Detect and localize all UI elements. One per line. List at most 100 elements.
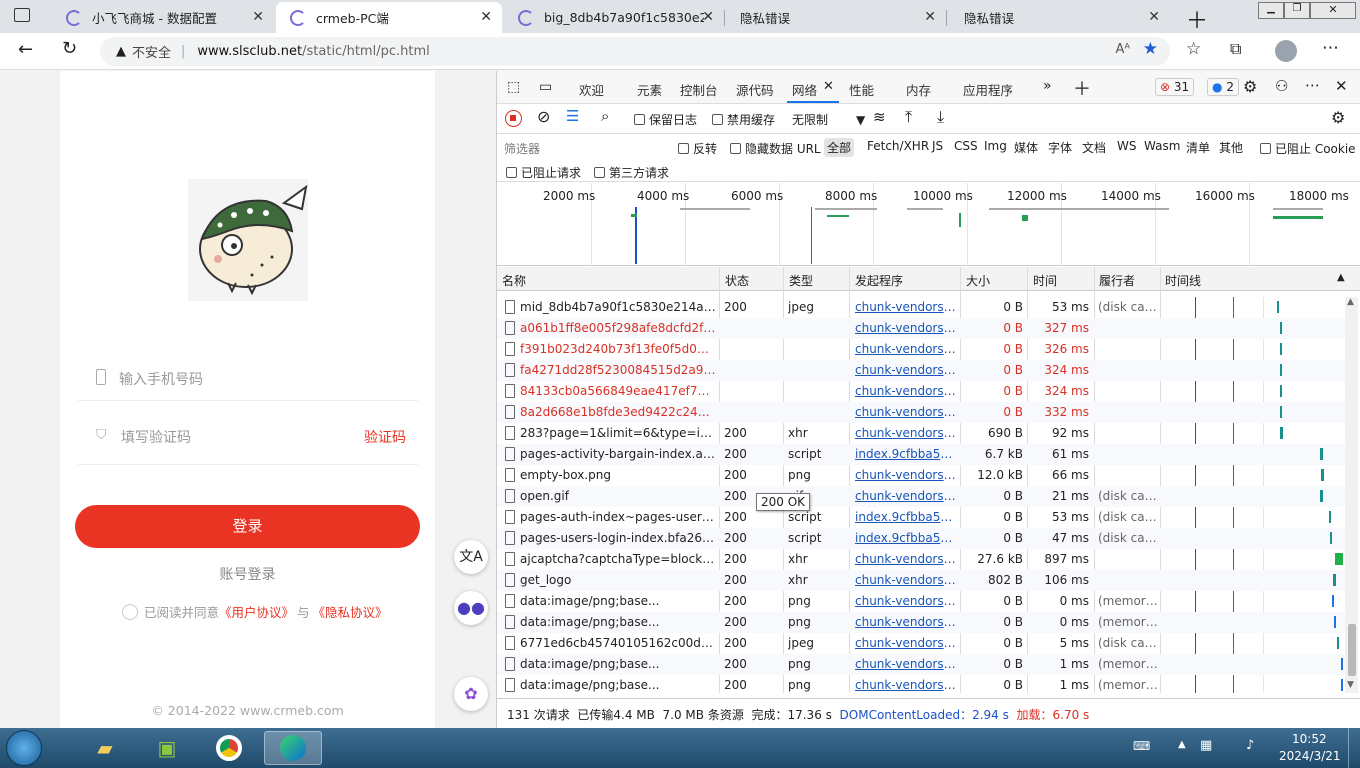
timeline-overview[interactable]: 2000 ms 4000 ms 6000 ms 8000 ms 10000 ms… xyxy=(497,183,1360,266)
request-row[interactable]: pages-activity-bargain-index.ac98c... 200… xyxy=(497,444,1347,465)
login-button[interactable]: 登录 xyxy=(75,505,420,548)
type-filter-all[interactable]: 全部 xyxy=(824,138,855,157)
request-initiator[interactable]: chunk-vendors.1... xyxy=(855,321,957,335)
favorites-icon[interactable]: ☆ xyxy=(1186,39,1201,59)
profile-avatar[interactable] xyxy=(1275,40,1297,62)
request-initiator[interactable]: chunk-vendors.1... xyxy=(855,615,957,629)
throttle-select[interactable]: 无限制 ▼ xyxy=(792,111,865,128)
preserve-log-checkbox[interactable]: 保留日志 xyxy=(634,111,697,128)
assistant-floating-icon[interactable]: ●● xyxy=(454,591,488,625)
request-initiator[interactable]: chunk-vendors.1... xyxy=(855,426,957,440)
request-initiator[interactable]: chunk-vendors.1... xyxy=(855,657,957,671)
tab-sources[interactable]: 源代码 xyxy=(736,80,774,99)
request-row[interactable]: ajcaptcha?captchaType=blockPuzz... 200 xhr… xyxy=(497,549,1347,570)
tray-expand-icon[interactable]: ▲ xyxy=(1178,739,1186,750)
type-filter-manifest[interactable]: 清单 xyxy=(1186,139,1210,156)
request-initiator[interactable]: chunk-vendors.1... xyxy=(855,636,957,650)
add-tab-icon[interactable]: ＋ xyxy=(1073,75,1091,101)
type-filter-img[interactable]: Img xyxy=(984,139,1007,153)
tab-elements[interactable]: 元素 xyxy=(637,80,662,99)
tab-console[interactable]: 控制台 xyxy=(680,80,718,99)
blocked-cookies-checkbox[interactable]: 已阻止 Cookie xyxy=(1260,140,1356,157)
export-har-icon[interactable]: ⤓ xyxy=(937,107,944,127)
request-row[interactable]: fa4271dd28f5230084515d2a99c76... chunk-ve… xyxy=(497,360,1347,381)
network-conditions-icon[interactable]: ≋ xyxy=(873,108,886,126)
request-row[interactable]: 6771ed6cb45740105162c00dfeeef... 200 jpeg c… xyxy=(497,633,1347,654)
import-har-icon[interactable]: ⤒ xyxy=(905,107,912,127)
network-settings-icon[interactable]: ⚙ xyxy=(1331,108,1345,127)
filter-icon[interactable]: ☰ xyxy=(566,107,579,125)
close-tab-icon[interactable]: ✕ xyxy=(924,9,936,25)
phone-field[interactable]: 输入手机号码 xyxy=(78,361,418,401)
type-filter-fetch[interactable]: Fetch/XHR xyxy=(867,139,929,153)
vertical-scrollbar[interactable]: ▲ ▼ xyxy=(1345,297,1358,693)
request-initiator[interactable]: chunk-vendors.1... xyxy=(855,300,957,314)
request-row[interactable]: f391b023d240b73f13fe0f5d08250... chunk-ve… xyxy=(497,339,1347,360)
hide-data-url-checkbox[interactable]: 隐藏数据 URL xyxy=(730,140,821,157)
clock-time[interactable]: 10:52 xyxy=(1292,732,1327,746)
search-icon[interactable]: ⌕ xyxy=(601,107,609,125)
column-time[interactable]: 时间 xyxy=(1033,272,1057,289)
request-row[interactable]: get_logo 200 xhr chunk-vendors.1... 802 B 106… xyxy=(497,570,1347,591)
type-filter-js[interactable]: JS xyxy=(932,139,943,153)
request-initiator[interactable]: chunk-vendors.1... xyxy=(855,573,957,587)
invert-checkbox[interactable]: 反转 xyxy=(678,140,717,157)
close-devtools-icon[interactable]: ✕ xyxy=(1335,77,1348,95)
tab-big-image[interactable]: big_8db4b7a90f1c5830e214 ✕ xyxy=(504,2,725,33)
tab-actions-icon[interactable] xyxy=(14,8,30,22)
column-initiator[interactable]: 发起程序 xyxy=(855,272,903,289)
scroll-down-arrow-icon[interactable]: ▼ xyxy=(1347,680,1354,690)
new-tab-icon[interactable]: ＋ xyxy=(1186,3,1208,35)
type-filter-css[interactable]: CSS xyxy=(954,139,978,153)
scrollbar-thumb[interactable] xyxy=(1348,624,1356,676)
settings-gear-icon[interactable]: ⚙ xyxy=(1243,77,1257,96)
close-tab-icon[interactable]: ✕ xyxy=(480,9,492,25)
collections-icon[interactable]: ⧉ xyxy=(1230,39,1241,59)
refresh-icon[interactable]: ↻ xyxy=(62,38,77,59)
type-filter-ws[interactable]: WS xyxy=(1117,139,1136,153)
account-login-link[interactable]: 账号登录 xyxy=(60,564,435,584)
column-name[interactable]: 名称 xyxy=(502,272,526,289)
record-stop-icon[interactable] xyxy=(505,110,522,127)
request-initiator[interactable]: chunk-vendors.1... xyxy=(855,468,957,482)
more-options-icon[interactable]: ⋯ xyxy=(1305,76,1320,94)
start-button[interactable] xyxy=(6,730,42,766)
code-input[interactable]: 填写验证码 xyxy=(121,427,191,447)
tab-data-config[interactable]: 小飞飞商城 - 数据配置 ✕ xyxy=(52,2,274,33)
keyboard-tray-icon[interactable]: ⌨ xyxy=(1133,739,1150,753)
type-filter-media[interactable]: 媒体 xyxy=(1014,139,1038,156)
more-tabs-icon[interactable]: » xyxy=(1043,78,1052,94)
blocked-requests-checkbox[interactable]: 已阻止请求 xyxy=(506,164,581,181)
request-row[interactable]: data:image/png;base... 200 png chunk-vendor… xyxy=(497,675,1347,693)
type-filter-wasm[interactable]: Wasm xyxy=(1144,139,1180,153)
messages-badge[interactable]: ● 2 xyxy=(1207,78,1239,96)
tab-privacy-error-2[interactable]: 隐私错误 ✕ xyxy=(950,2,1170,33)
sort-arrow-icon[interactable]: ▲ xyxy=(1337,272,1345,283)
tab-memory[interactable]: 内存 xyxy=(906,80,931,99)
brain-floating-icon[interactable]: ✿ xyxy=(454,677,488,711)
disable-cache-checkbox[interactable]: 禁用缓存 xyxy=(712,111,775,128)
request-initiator[interactable]: chunk-vendors.1... xyxy=(855,678,957,692)
get-code-button[interactable]: 验证码 xyxy=(364,427,406,447)
request-row[interactable]: data:image/png;base... 200 png chunk-vendor… xyxy=(497,654,1347,675)
request-row[interactable]: pages-users-login-index.bfa26dc8.js 200 sc… xyxy=(497,528,1347,549)
more-menu-icon[interactable]: ⋯ xyxy=(1322,38,1339,58)
show-desktop-button[interactable] xyxy=(1348,728,1360,768)
request-initiator[interactable]: chunk-vendors.1... xyxy=(855,489,957,503)
third-party-checkbox[interactable]: 第三方请求 xyxy=(594,164,669,181)
volume-tray-icon[interactable]: ♪ xyxy=(1246,738,1254,753)
clock-date[interactable]: 2024/3/21 xyxy=(1279,749,1341,763)
close-network-tab-icon[interactable]: ✕ xyxy=(823,79,834,94)
clear-icon[interactable]: ⊘ xyxy=(537,107,550,126)
url-input[interactable]: ▲ 不安全 | www.slsclub.net /static/html/pc.… xyxy=(100,37,1170,66)
scroll-up-arrow-icon[interactable]: ▲ xyxy=(1347,297,1354,307)
request-initiator[interactable]: chunk-vendors.1... xyxy=(855,405,957,419)
request-row[interactable]: a061b1ff8e005f298afe8dcfd2f5a3a... chunk-… xyxy=(497,318,1347,339)
column-fulfilled[interactable]: 履行者 xyxy=(1099,272,1135,289)
request-row[interactable]: 8a2d668e1b8fde3ed9422c242eed... chunk-ven… xyxy=(497,402,1347,423)
close-tab-icon[interactable]: ✕ xyxy=(252,9,264,25)
privacy-agreement-link[interactable]: 《隐私协议》 xyxy=(313,602,388,621)
tab-performance[interactable]: 性能 xyxy=(849,80,874,99)
request-row[interactable]: open.gif200gifchunk-vendors.1...0 B21 ms… xyxy=(497,486,1347,507)
request-row[interactable]: 283?page=1&limit=6&type=index 200 xhr chunk… xyxy=(497,423,1347,444)
